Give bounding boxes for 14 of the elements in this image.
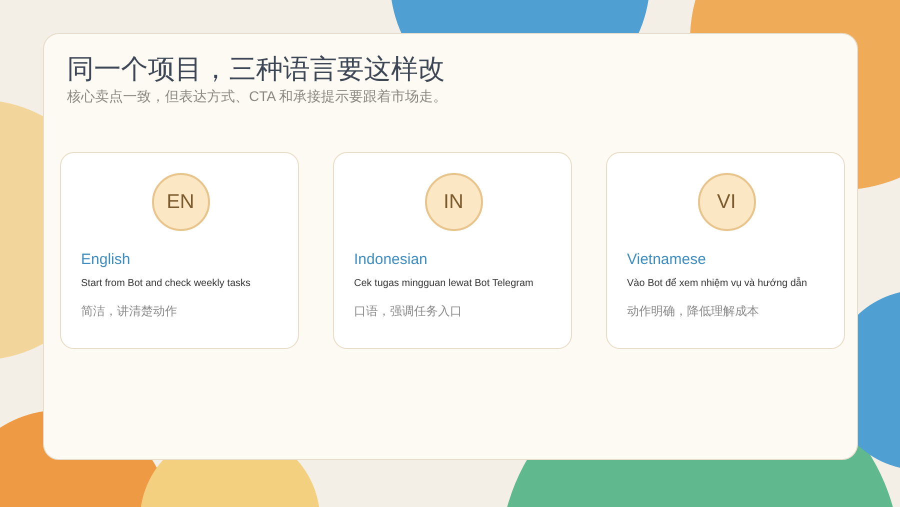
language-code-badge: IN bbox=[424, 173, 482, 231]
example-sentence: Vào Bot để xem nhiệm vụ và hướng dẫn bbox=[627, 278, 808, 289]
language-code-badge: EN bbox=[152, 173, 210, 231]
slide-subtitle: 核心卖点一致，但表达方式、CTA 和承接提示要跟着市场走。 bbox=[67, 88, 448, 106]
language-name: Indonesian bbox=[354, 251, 428, 268]
language-name: English bbox=[81, 251, 132, 268]
language-name: Vietnamese bbox=[627, 251, 707, 268]
slide-title: 同一个项目，三种语言要这样改 bbox=[67, 53, 446, 86]
style-note: 简洁，讲清楚动作 bbox=[81, 303, 178, 320]
example-sentence: Start from Bot and check weekly tasks bbox=[81, 278, 252, 289]
language-code-badge: VI bbox=[698, 173, 756, 231]
example-sentence: Cek tugas mingguan lewat Bot Telegram bbox=[354, 278, 534, 289]
style-note: 动作明确，降低理解成本 bbox=[627, 303, 760, 320]
style-note: 口语，强调任务入口 bbox=[354, 303, 463, 320]
